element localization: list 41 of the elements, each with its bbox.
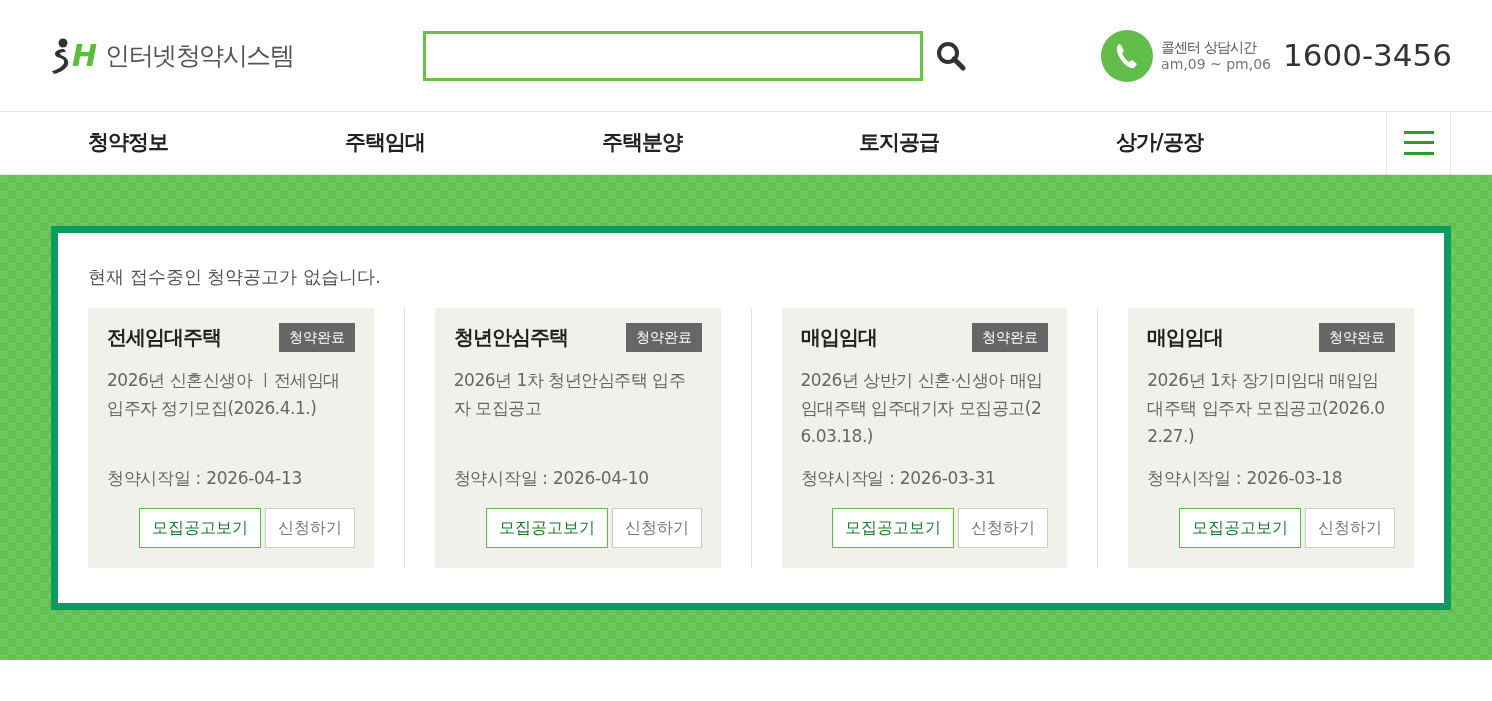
nav-link[interactable]: 주택분양 bbox=[602, 127, 859, 159]
view-notice-button[interactable]: 모집공고보기 bbox=[1179, 508, 1301, 548]
call-center-label: 콜센터 상담시간 bbox=[1161, 38, 1258, 56]
category-title: 전세임대주택 bbox=[107, 324, 221, 351]
apply-button[interactable]: 신청하기 bbox=[264, 508, 355, 548]
start-date: 청약시작일 : 2026-04-10 bbox=[453, 467, 650, 490]
category-title: 매입임대 bbox=[800, 324, 877, 351]
view-notice-button[interactable]: 모집공고보기 bbox=[138, 508, 261, 548]
nav-link[interactable]: 청약정보 bbox=[88, 127, 345, 159]
start-date: 청약시작일 : 2026-03-31 bbox=[800, 467, 997, 490]
nav-link[interactable]: 토지공급 bbox=[859, 127, 1116, 159]
search-field[interactable] bbox=[423, 30, 924, 81]
status-badge: 청약완료 bbox=[278, 322, 355, 352]
logo-text: 인터넷청약시스템 bbox=[105, 39, 294, 72]
start-date: 청약시작일 : 2026-04-13 bbox=[107, 467, 303, 490]
apply-button[interactable]: 신청하기 bbox=[1305, 508, 1395, 548]
view-notice-button[interactable]: 모집공고보기 bbox=[832, 508, 955, 548]
logo-mark: H bbox=[72, 40, 98, 71]
announcement-title: 2026년 1차 장기미임대 매입임대주택 입주자 모집공고(2026.02.27.) bbox=[1147, 369, 1386, 448]
announcement-title: 2026년 신혼신생아 ㅣ전세임대 입주자 정기모집(2026.4.1.) bbox=[107, 369, 341, 420]
menu-button[interactable] bbox=[1386, 112, 1451, 174]
status-badge: 청약완료 bbox=[972, 322, 1049, 352]
view-notice-button[interactable]: 모집공고보기 bbox=[485, 508, 608, 548]
menu-icon bbox=[1403, 131, 1434, 155]
apply-button[interactable]: 신청하기 bbox=[958, 508, 1049, 548]
apply-button[interactable]: 신청하기 bbox=[611, 508, 702, 548]
search-icon bbox=[935, 39, 968, 72]
call-center-hours: am,09 ~ pm,06 bbox=[1161, 55, 1271, 73]
logo-link[interactable]: H 인터넷청약시스템 bbox=[50, 36, 294, 75]
phone-icon bbox=[1101, 29, 1154, 82]
phone-number: 1600-3456 bbox=[1283, 36, 1452, 76]
category-title: 청년안심주택 bbox=[453, 324, 568, 351]
category-title: 매입임대 bbox=[1147, 324, 1224, 351]
announcement-title: 2026년 상반기 신혼·신생아 매입임대주택 입주대기자 모집공고(26.03.18.) bbox=[800, 369, 1044, 448]
notice-text: 현재 접수중인 청약공고가 없습니다. bbox=[88, 265, 382, 289]
announcement-title: 2026년 1차 청년안심주택 입주자 모집공고 bbox=[453, 369, 687, 420]
status-badge: 청약완료 bbox=[625, 322, 702, 352]
nav-link[interactable]: 상가/공장 bbox=[1116, 127, 1373, 159]
status-badge: 청약완료 bbox=[1319, 322, 1395, 352]
start-date: 청약시작일 : 2026-03-18 bbox=[1147, 467, 1344, 490]
nav-link[interactable]: 주택임대 bbox=[345, 127, 602, 159]
